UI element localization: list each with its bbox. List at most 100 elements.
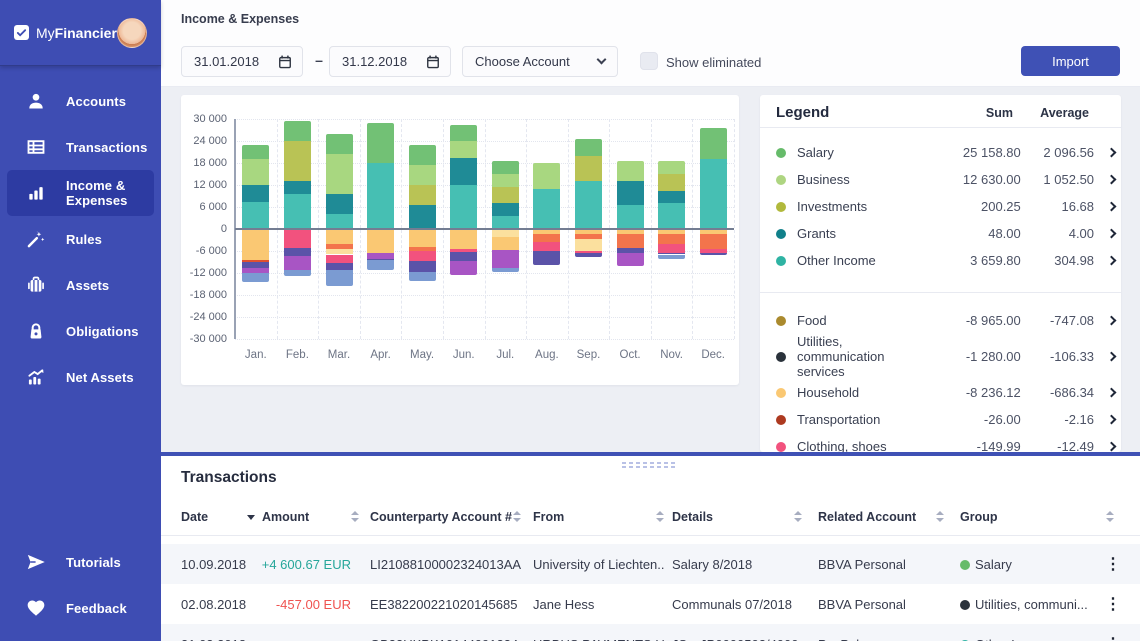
bar-segment-teal[interactable] xyxy=(450,185,477,229)
bar-segment-violet[interactable] xyxy=(409,261,436,272)
bar-segment-household[interactable] xyxy=(492,237,519,250)
column-header-group[interactable]: Group xyxy=(960,510,998,524)
bar-segment-darkteal[interactable] xyxy=(242,185,269,202)
sidebar-item-assets[interactable]: Assets xyxy=(7,262,154,308)
sort-icon-group[interactable] xyxy=(1105,510,1115,524)
chevron-right-icon[interactable] xyxy=(1107,352,1117,362)
chevron-right-icon[interactable] xyxy=(1107,316,1117,326)
sort-icon-date[interactable] xyxy=(246,510,256,524)
panel-splitter[interactable] xyxy=(161,452,1140,456)
bar-segment-blue[interactable] xyxy=(242,273,269,282)
bar-segment-violet[interactable] xyxy=(284,248,311,255)
bar-segment-green[interactable] xyxy=(700,128,727,159)
bar-segment-clothing[interactable] xyxy=(658,244,685,253)
chevron-right-icon[interactable] xyxy=(1107,175,1117,185)
bar-segment-teal[interactable] xyxy=(533,189,560,229)
import-button[interactable]: Import xyxy=(1021,46,1120,76)
bar-segment-green[interactable] xyxy=(575,139,602,156)
chevron-right-icon[interactable] xyxy=(1107,388,1117,398)
bar-segment-orange[interactable] xyxy=(700,234,727,250)
bar-segment-olive[interactable] xyxy=(284,141,311,181)
bar-segment-green[interactable] xyxy=(409,145,436,165)
bar-segment-lightgreen[interactable] xyxy=(242,159,269,185)
legend-row-other-income[interactable]: Other Income3 659.80304.98 xyxy=(760,247,1121,274)
bar-segment-cream[interactable] xyxy=(575,239,602,251)
sidebar-item-obligations[interactable]: Obligations xyxy=(7,308,154,354)
bar-segment-lightgreen[interactable] xyxy=(492,174,519,187)
bar-segment-green[interactable] xyxy=(242,145,269,160)
sidebar-item-income-expenses[interactable]: Income & Expenses xyxy=(7,170,154,216)
bar-segment-orange[interactable] xyxy=(658,234,685,244)
legend-row-food[interactable]: Food-8 965.00-747.08 xyxy=(760,307,1121,334)
bar-segment-household[interactable] xyxy=(450,230,477,249)
bar-segment-green[interactable] xyxy=(367,123,394,163)
transaction-row[interactable]: 31.03.2018GB33UKPK10144091234HRBUS PAYME… xyxy=(161,624,1140,641)
legend-row-clothing-shoes[interactable]: Clothing, shoes-149.99-12.49 xyxy=(760,433,1121,452)
chevron-right-icon[interactable] xyxy=(1107,415,1117,425)
bar-segment-household[interactable] xyxy=(326,230,353,244)
legend-row-transportation[interactable]: Transportation-26.00-2.16 xyxy=(760,406,1121,433)
chevron-right-icon[interactable] xyxy=(1107,202,1117,212)
sidebar-item-transactions[interactable]: Transactions xyxy=(7,124,154,170)
bar-segment-blue[interactable] xyxy=(284,270,311,276)
bar-segment-blue[interactable] xyxy=(367,260,394,269)
bar-segment-teal[interactable] xyxy=(575,181,602,229)
bar-segment-olive[interactable] xyxy=(409,185,436,205)
date-to-input[interactable]: 31.12.2018 xyxy=(329,46,451,77)
bar-segment-clothing[interactable] xyxy=(326,255,353,263)
bar-segment-teal[interactable] xyxy=(284,194,311,229)
bar-segment-household[interactable] xyxy=(367,230,394,253)
bar-segment-lightgreen[interactable] xyxy=(533,163,560,189)
column-header-counterparty-account[interactable]: Counterparty Account # xyxy=(370,510,512,524)
chevron-right-icon[interactable] xyxy=(1107,229,1117,239)
bar-segment-darkteal[interactable] xyxy=(617,181,644,205)
bar-segment-violet[interactable] xyxy=(700,253,727,255)
sort-icon-counterparty-account[interactable] xyxy=(512,510,522,524)
bar-segment-clothing[interactable] xyxy=(284,230,311,248)
bar-segment-darkteal[interactable] xyxy=(450,158,477,186)
bar-segment-olive[interactable] xyxy=(658,174,685,191)
bar-segment-green[interactable] xyxy=(326,134,353,154)
bar-segment-teal[interactable] xyxy=(617,205,644,229)
bar-segment-orange[interactable] xyxy=(533,234,560,242)
splitter-drag-handle-icon[interactable] xyxy=(622,462,678,471)
bar-segment-darkteal[interactable] xyxy=(658,191,685,204)
row-menu-icon[interactable]: ⋮ xyxy=(1105,594,1121,614)
column-header-date[interactable]: Date xyxy=(181,510,208,524)
bar-segment-lightgreen[interactable] xyxy=(450,141,477,158)
column-header-from[interactable]: From xyxy=(533,510,564,524)
column-header-details[interactable]: Details xyxy=(672,510,713,524)
bar-segment-darkteal[interactable] xyxy=(326,194,353,214)
sidebar-item-tutorials[interactable]: Tutorials xyxy=(7,539,154,585)
bar-segment-lightgreen[interactable] xyxy=(658,161,685,174)
bar-segment-purple[interactable] xyxy=(284,256,311,271)
legend-row-household[interactable]: Household-8 236.12-686.34 xyxy=(760,379,1121,406)
sidebar-item-feedback[interactable]: Feedback xyxy=(7,585,154,631)
chevron-right-icon[interactable] xyxy=(1107,148,1117,158)
bar-segment-green[interactable] xyxy=(450,125,477,142)
column-header-amount[interactable]: Amount xyxy=(262,510,309,524)
bar-segment-teal[interactable] xyxy=(658,203,685,229)
column-header-related-account[interactable]: Related Account xyxy=(818,510,916,524)
bar-segment-green[interactable] xyxy=(284,121,311,141)
sort-icon-details[interactable] xyxy=(793,510,803,524)
bar-segment-blue[interactable] xyxy=(409,272,436,280)
legend-row-salary[interactable]: Salary25 158.802 096.56 xyxy=(760,139,1121,166)
bar-segment-blue[interactable] xyxy=(326,270,353,287)
bar-segment-household[interactable] xyxy=(242,230,269,260)
sidebar-item-net-assets[interactable]: Net Assets xyxy=(7,354,154,400)
date-from-input[interactable]: 31.01.2018 xyxy=(181,46,303,77)
bar-segment-teal[interactable] xyxy=(700,159,727,229)
bar-segment-darkteal[interactable] xyxy=(284,181,311,194)
bar-segment-teal[interactable] xyxy=(242,202,269,230)
bar-segment-lightgreen[interactable] xyxy=(409,165,436,185)
row-menu-icon[interactable]: ⋮ xyxy=(1105,554,1121,574)
bar-segment-purple[interactable] xyxy=(492,250,519,268)
bar-segment-darkteal[interactable] xyxy=(492,203,519,216)
chevron-right-icon[interactable] xyxy=(1107,256,1117,266)
chevron-right-icon[interactable] xyxy=(1107,442,1117,452)
user-avatar[interactable] xyxy=(117,18,147,48)
transaction-row[interactable]: 10.09.2018+4 600.67 EURLI210881000023240… xyxy=(161,544,1140,584)
bar-segment-purple[interactable] xyxy=(450,261,477,275)
sort-icon-amount[interactable] xyxy=(350,510,360,524)
